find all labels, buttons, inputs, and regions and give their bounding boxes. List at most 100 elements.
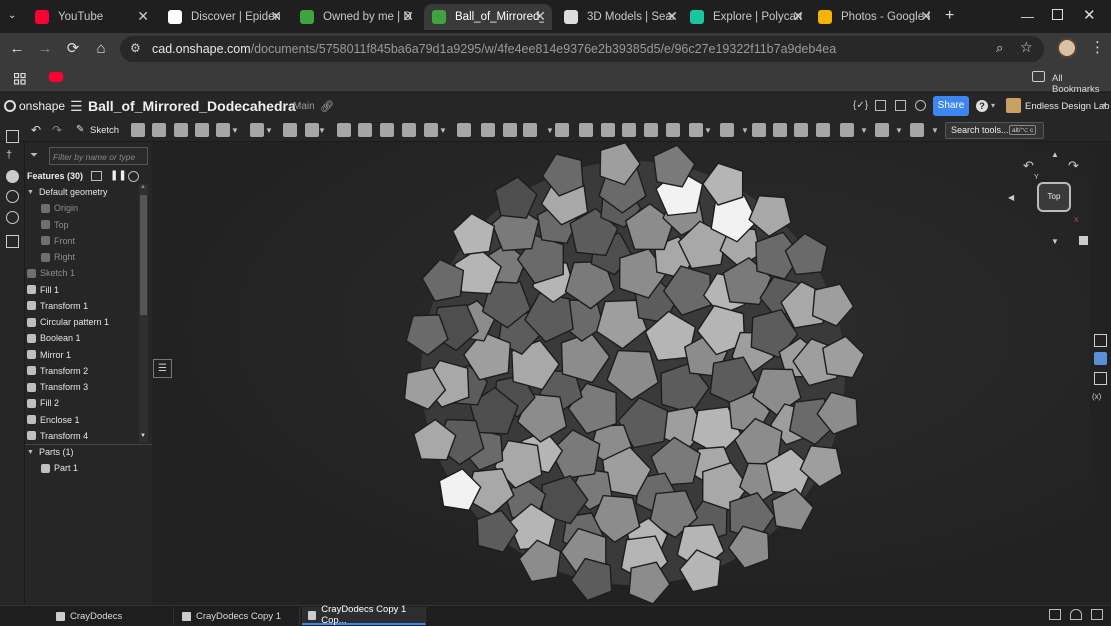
bom-icon[interactable] xyxy=(6,235,19,248)
tab-search-icon[interactable]: ⌄ xyxy=(8,10,16,21)
toolbar-tool-icon[interactable] xyxy=(216,123,230,137)
part-item[interactable]: Part 1 xyxy=(41,461,78,475)
part-studio-tab[interactable]: CrayDodecs xyxy=(50,607,174,625)
scroll-up-icon[interactable]: ▲ xyxy=(140,184,146,190)
document-title[interactable]: Ball_of_Mirrored_Dodecahedra xyxy=(88,98,296,114)
default-geometry-group[interactable]: ▼ Default geometry xyxy=(27,185,107,199)
pause-icon[interactable]: ❚❚ xyxy=(110,170,127,181)
restore-icon[interactable] xyxy=(1052,9,1063,20)
toolbar-tool-icon[interactable] xyxy=(794,123,808,137)
view-cube-face-top[interactable]: Top xyxy=(1037,182,1071,212)
zoom-icon[interactable]: ⌕ xyxy=(996,40,1003,56)
browser-tab[interactable]: Photos - Google Phot✕ xyxy=(810,4,938,30)
toolbar-tool-icon[interactable] xyxy=(579,123,593,137)
feature-item[interactable]: Transform 1 xyxy=(27,299,88,313)
toolbar-tool-icon[interactable] xyxy=(337,123,351,137)
hamburger-menu-icon[interactable]: ☰ xyxy=(70,98,83,115)
forward-icon[interactable]: → xyxy=(35,39,55,59)
toolbar-tool-icon[interactable] xyxy=(840,123,854,137)
part-studio-tab[interactable]: CrayDodecs Copy 1 Cop... xyxy=(302,604,426,626)
onshape-logo-icon[interactable] xyxy=(4,100,16,112)
view-options-cube-icon[interactable] xyxy=(1079,236,1088,245)
browser-tab[interactable]: Ball_of_Mirrored_Dod✕ xyxy=(424,4,552,30)
branch-label[interactable]: Main xyxy=(293,101,315,112)
named-views-icon[interactable] xyxy=(1070,609,1082,620)
parts-header[interactable]: ▼ Parts (1) xyxy=(27,445,73,459)
browser-tab[interactable]: Explore | Polycam ✕ xyxy=(682,4,810,30)
toolbar-tool-icon[interactable] xyxy=(481,123,495,137)
toolbar-tool-icon[interactable] xyxy=(402,123,416,137)
app-store-icon[interactable] xyxy=(895,100,906,111)
browser-tab[interactable]: Discover | Epidemic S✕ xyxy=(160,4,288,30)
document-details-icon[interactable] xyxy=(875,100,886,111)
folder-add-icon[interactable] xyxy=(91,171,102,181)
toolbar-tool-icon[interactable] xyxy=(523,123,537,137)
profile-avatar[interactable] xyxy=(1057,38,1077,58)
tool-dropdown-chevron-icon[interactable]: ▼ xyxy=(741,126,749,135)
browser-tab[interactable]: YouTube ✕ xyxy=(27,4,155,30)
toolbar-tool-icon[interactable] xyxy=(720,123,734,137)
minimize-icon[interactable]: — xyxy=(1021,9,1034,24)
toolbar-tool-icon[interactable] xyxy=(752,123,766,137)
toolbar-tool-icon[interactable] xyxy=(424,123,438,137)
redo-icon[interactable]: ↷ xyxy=(52,123,62,137)
expand-panel-icon[interactable]: ☰ xyxy=(153,359,172,378)
variables-icon[interactable]: (x) xyxy=(1092,392,1101,401)
feature-item[interactable]: Origin xyxy=(41,201,78,215)
tool-dropdown-chevron-icon[interactable]: ▼ xyxy=(895,126,903,135)
tab-close-icon[interactable]: ✕ xyxy=(920,9,932,23)
toolbar-tool-icon[interactable] xyxy=(666,123,680,137)
apps-grid-icon[interactable] xyxy=(13,72,26,85)
bookmark-star-icon[interactable]: ☆ xyxy=(1020,39,1033,56)
tab-close-icon[interactable]: ✕ xyxy=(270,9,282,23)
window-close-icon[interactable]: ✕ xyxy=(1083,6,1096,24)
toolbar-tool-icon[interactable] xyxy=(816,123,830,137)
view-cube-left-arrow-icon[interactable]: ◀ xyxy=(1008,193,1014,202)
toolbar-tool-icon[interactable] xyxy=(152,123,166,137)
new-tab-button[interactable]: + xyxy=(945,7,954,25)
toolbar-tool-icon[interactable] xyxy=(622,123,636,137)
toolbar-tool-icon[interactable] xyxy=(250,123,264,137)
scroll-down-icon[interactable]: ▼ xyxy=(140,433,146,439)
toolbar-tool-icon[interactable] xyxy=(875,123,889,137)
toolbar-tool-icon[interactable] xyxy=(644,123,658,137)
back-icon[interactable]: ← xyxy=(7,39,27,59)
learning-center-icon[interactable] xyxy=(915,100,926,111)
graphics-viewport[interactable]: ☰ ▲ ↶ ↷ ◀ ▶ Top Y X ▼ xyxy=(152,141,1100,605)
tool-dropdown-chevron-icon[interactable]: ▼ xyxy=(931,126,939,135)
tab-close-icon[interactable]: ✕ xyxy=(402,9,414,23)
scrollbar-thumb[interactable] xyxy=(140,195,147,315)
feature-item[interactable]: Transform 3 xyxy=(27,380,88,394)
feature-item[interactable]: Top xyxy=(41,218,69,232)
measure-icon[interactable] xyxy=(1094,334,1107,347)
reload-icon[interactable]: ⟳ xyxy=(63,39,83,59)
appearance-panel-icon[interactable] xyxy=(1094,352,1107,365)
tool-dropdown-chevron-icon[interactable]: ▼ xyxy=(439,126,447,135)
toolbar-tool-icon[interactable] xyxy=(358,123,372,137)
all-bookmarks-link[interactable]: All Bookmarks xyxy=(1052,73,1111,95)
history-icon[interactable] xyxy=(6,211,19,224)
share-button[interactable]: Share xyxy=(933,96,969,116)
rotate-right-icon[interactable]: ↷ xyxy=(1068,158,1079,174)
onshape-logo-text[interactable]: onshape xyxy=(19,99,65,113)
feature-item[interactable]: Fill 2 xyxy=(27,396,59,410)
toolbar-tool-icon[interactable] xyxy=(195,123,209,137)
tab-close-icon[interactable]: ✕ xyxy=(534,9,546,23)
rotate-left-icon[interactable]: ↶ xyxy=(1023,158,1034,174)
sketch-button[interactable]: Sketch xyxy=(90,125,119,136)
sketch-pencil-icon[interactable]: ✎ xyxy=(76,124,84,135)
tool-dropdown-chevron-icon[interactable]: ▼ xyxy=(546,126,554,135)
toolbar-tool-icon[interactable] xyxy=(174,123,188,137)
expand-arrow-icon[interactable]: ▼ xyxy=(27,189,34,196)
toolbar-tool-icon[interactable] xyxy=(601,123,615,137)
tool-dropdown-chevron-icon[interactable]: ▼ xyxy=(704,126,712,135)
rollback-timer-icon[interactable] xyxy=(128,171,139,182)
filter-input[interactable]: Filter by name or type xyxy=(49,147,148,165)
browser-tab[interactable]: Owned by me | Docu✕ xyxy=(292,4,420,30)
tab-close-icon[interactable]: ✕ xyxy=(792,9,804,23)
filter-icon[interactable]: ⏷ xyxy=(30,150,38,161)
view-cube-up-arrow-icon[interactable]: ▲ xyxy=(1051,150,1059,159)
toolbar-tool-icon[interactable] xyxy=(689,123,703,137)
tool-dropdown-chevron-icon[interactable]: ▼ xyxy=(860,126,868,135)
display-state-icon[interactable] xyxy=(1091,609,1103,620)
